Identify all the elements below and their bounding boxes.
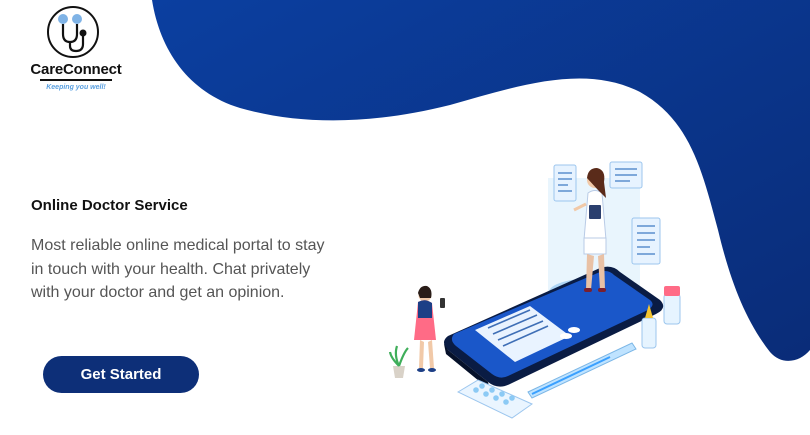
floating-report-panel <box>609 161 643 189</box>
brand-name: CareConnect <box>30 61 122 78</box>
floating-chart-panel <box>553 164 577 202</box>
stethoscope-icon <box>47 6 99 58</box>
service-title: Online Doctor Service <box>31 197 188 214</box>
service-description: Most reliable online medical portal to s… <box>31 237 325 301</box>
brand-underline <box>40 79 112 81</box>
patient-figure <box>414 285 445 372</box>
plant-pot <box>388 345 409 378</box>
brand-logo[interactable]: CareConnect Keeping you well! <box>18 4 134 100</box>
get-started-button[interactable]: Get Started <box>43 356 199 393</box>
floating-list-panel <box>631 217 661 265</box>
brand-tagline: Keeping you well! <box>46 84 106 91</box>
doctor-phone-illustration <box>388 161 681 419</box>
